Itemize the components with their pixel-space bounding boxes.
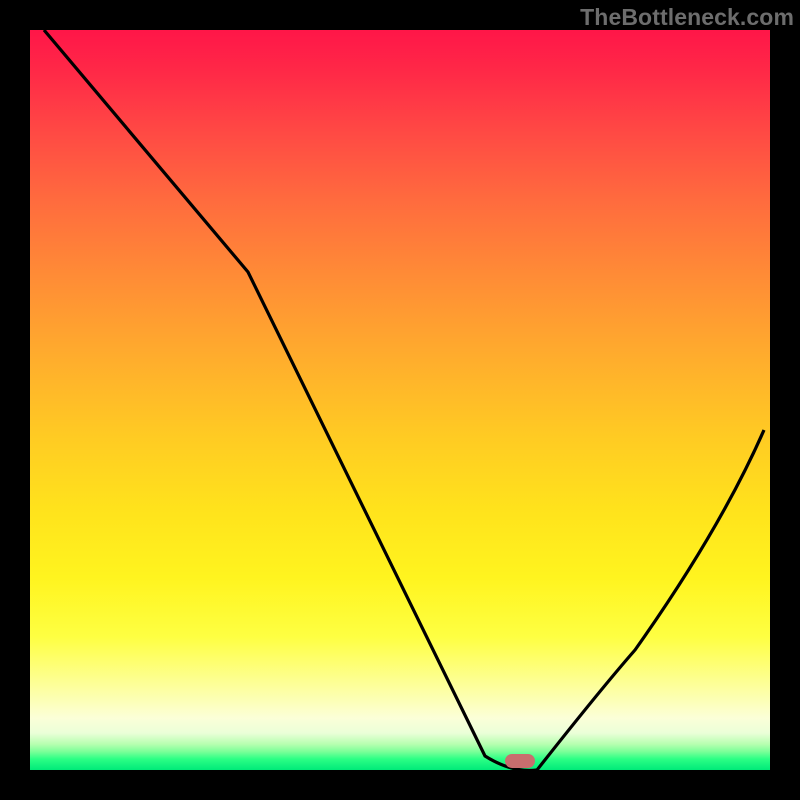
curve-path [44, 30, 764, 770]
bottleneck-curve [30, 30, 770, 770]
watermark-text: TheBottleneck.com [580, 4, 794, 31]
optimal-point-marker [505, 754, 535, 768]
chart-frame: TheBottleneck.com [0, 0, 800, 800]
plot-area [30, 30, 770, 770]
